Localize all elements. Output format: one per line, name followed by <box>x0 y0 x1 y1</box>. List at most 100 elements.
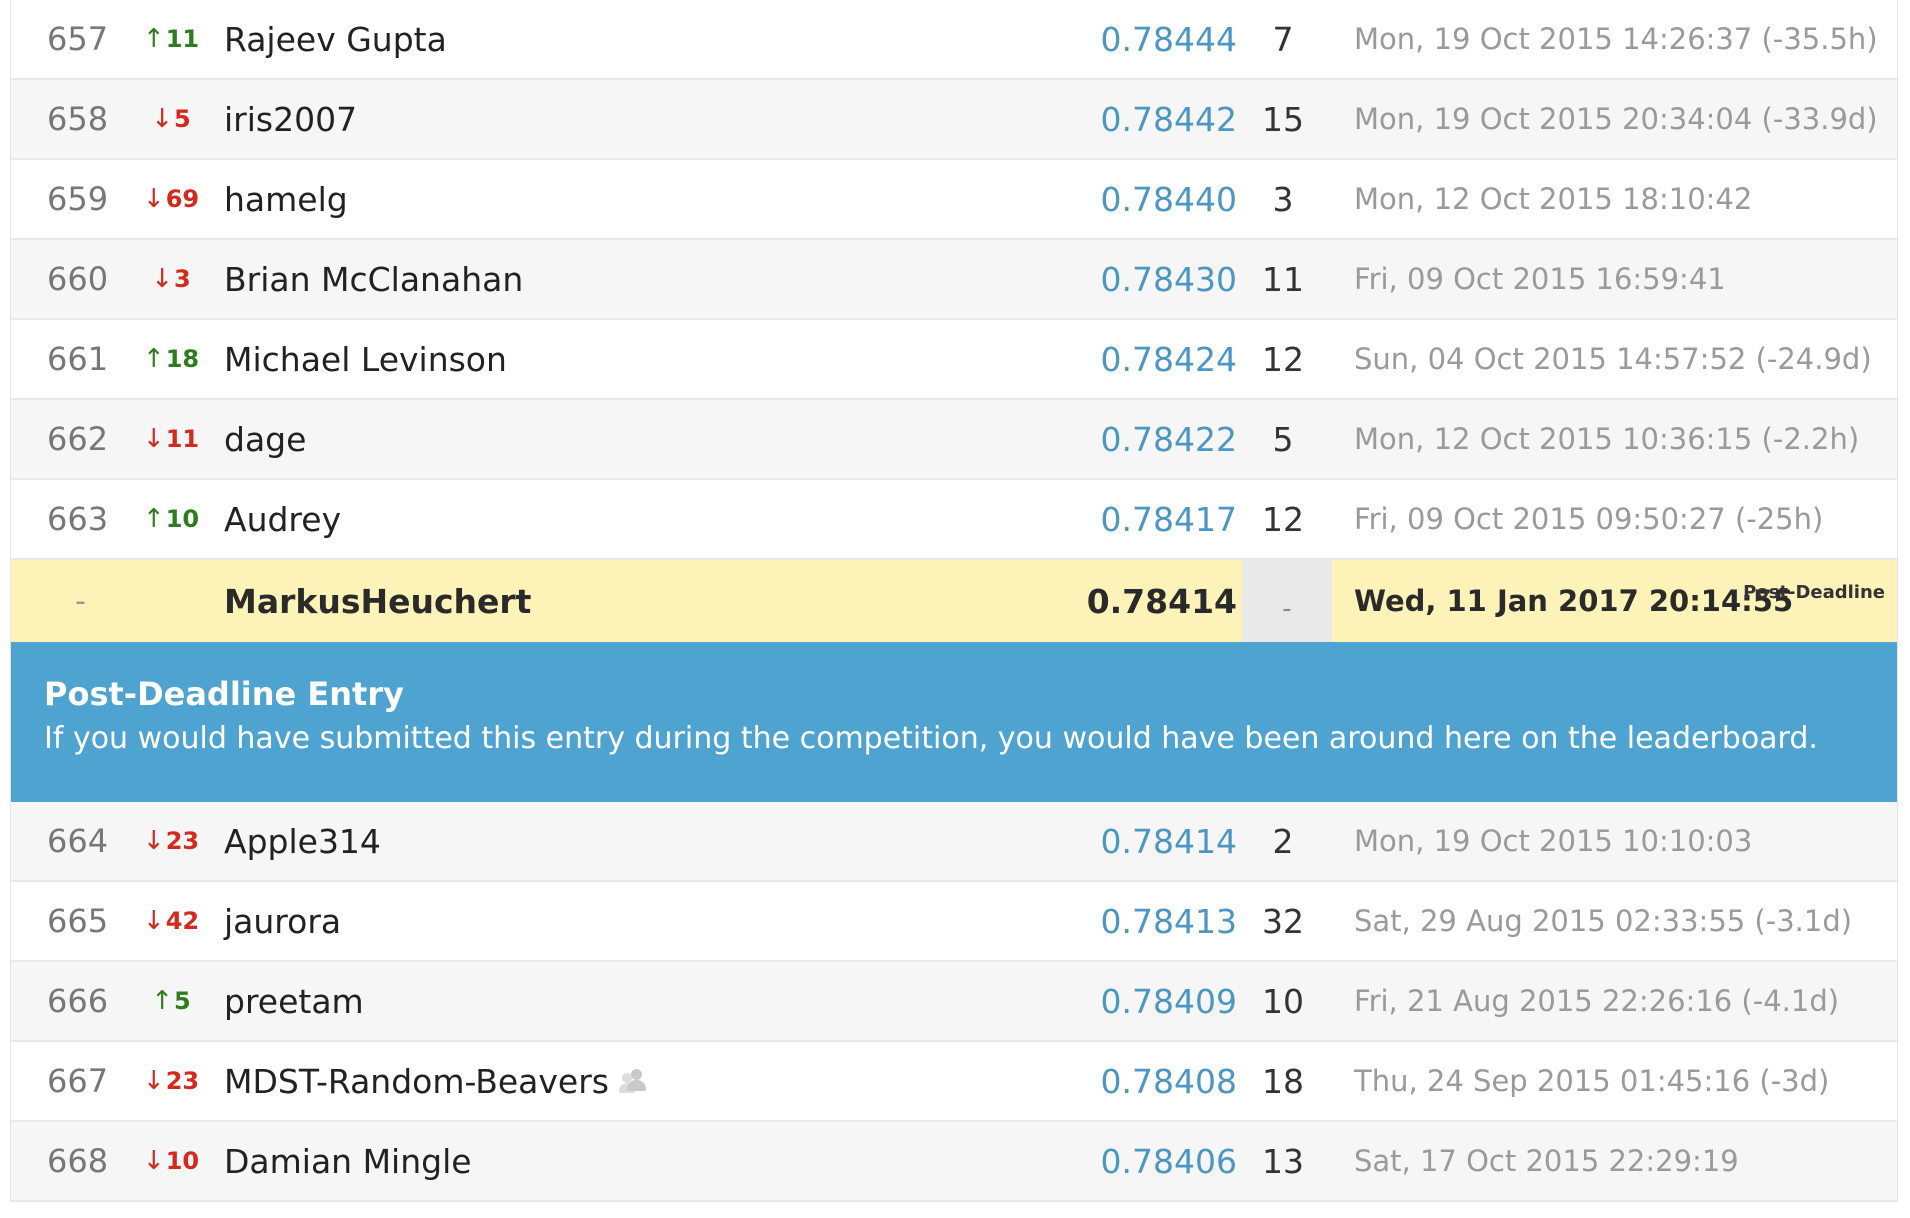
rank-change-value: 11 <box>165 25 200 53</box>
submission-time: Thu, 24 Sep 2015 01:45:16 (-3d) <box>1354 1064 1830 1098</box>
team-name[interactable]: preetam <box>224 982 364 1021</box>
team-name-cell: jaurora <box>224 882 341 960</box>
post-deadline-tag: Post-Deadline <box>1743 582 1885 603</box>
arrow-down-icon: ↓ <box>151 264 174 294</box>
rank-change: ↓ 23 <box>141 1042 201 1120</box>
leaderboard-row: 658 ↓ 5 iris2007 0.78442 15 Mon, 19 Oct 2015 2… <box>11 80 1897 160</box>
team-name[interactable]: Apple314 <box>224 822 381 861</box>
team-name-cell: Damian Mingle <box>224 1122 472 1200</box>
submission-time: Wed, 11 Jan 2017 20:14:55 <box>1354 584 1794 618</box>
submission-time: Sat, 17 Oct 2015 22:29:19 <box>1354 1144 1739 1178</box>
rank-change: ↑ 10 <box>141 480 201 558</box>
rank-cell: 662 <box>47 420 109 458</box>
submission-time: Fri, 21 Aug 2015 22:26:16 (-4.1d) <box>1354 984 1840 1018</box>
leaderboard: 657 ↑ 11 Rajeev Gupta 0.78444 7 Mon, 19 Oct 20… <box>10 0 1898 1202</box>
score-cell: 0.78424 <box>1100 339 1237 379</box>
entries-cell: 32 <box>1262 901 1304 941</box>
submission-time: Mon, 19 Oct 2015 10:10:03 <box>1354 824 1753 858</box>
leaderboard-row: 660 ↓ 3 Brian McClanahan 0.78430 11 Fri, 09 Oc… <box>11 240 1897 320</box>
rank-cell: 658 <box>47 100 109 138</box>
rank-change: ↓ 10 <box>141 1122 201 1200</box>
entries-cell: 12 <box>1262 339 1304 379</box>
rank-change: ↓ 11 <box>141 400 201 478</box>
rank-change-value: 23 <box>165 1067 200 1095</box>
team-name[interactable]: Rajeev Gupta <box>224 20 447 59</box>
leaderboard-rows-after: 664 ↓ 23 Apple314 0.78414 2 Mon, 19 Oct 2015 1… <box>11 802 1897 1202</box>
entries-cell: 5 <box>1272 419 1294 459</box>
team-name[interactable]: MarkusHeuchert <box>224 560 531 642</box>
rank-cell: 663 <box>47 500 109 538</box>
leaderboard-row: 657 ↑ 11 Rajeev Gupta 0.78444 7 Mon, 19 Oct 20… <box>11 0 1897 80</box>
post-deadline-row: - MarkusHeuchert 0.78414 - Wed, 11 Jan 2… <box>11 560 1897 642</box>
leaderboard-rows-before: 657 ↑ 11 Rajeev Gupta 0.78444 7 Mon, 19 Oct 20… <box>11 0 1897 560</box>
entries-cell: 2 <box>1272 821 1294 861</box>
rank-change-value: 10 <box>165 505 200 533</box>
team-name-cell: dage <box>224 400 306 478</box>
rank-cell: 660 <box>47 260 109 298</box>
entries-cell: 10 <box>1262 981 1304 1021</box>
team-name[interactable]: dage <box>224 420 306 459</box>
rank-change: ↓ 3 <box>141 240 201 318</box>
rank-cell: 664 <box>47 822 109 860</box>
team-name[interactable]: MDST-Random-Beavers <box>224 1062 609 1101</box>
team-icon <box>618 1067 647 1095</box>
team-name-cell: preetam <box>224 962 364 1040</box>
arrow-down-icon: ↓ <box>142 826 165 856</box>
score-cell: 0.78422 <box>1100 419 1237 459</box>
team-name[interactable]: Audrey <box>224 500 341 539</box>
team-name[interactable]: hamelg <box>224 180 348 219</box>
rank-cell: 661 <box>47 340 109 378</box>
rank-change-value: 10 <box>165 1147 200 1175</box>
post-deadline-banner: Post-Deadline Entry If you would have su… <box>11 642 1897 802</box>
score-cell: 0.78430 <box>1100 259 1237 299</box>
entries-cell: 12 <box>1262 499 1304 539</box>
leaderboard-row: 661 ↑ 18 Michael Levinson 0.78424 12 Sun, 04 O… <box>11 320 1897 400</box>
team-name-cell: iris2007 <box>224 80 357 158</box>
rank-change-value: 3 <box>174 265 191 293</box>
rank-cell: 666 <box>47 982 109 1020</box>
submission-time: Mon, 12 Oct 2015 10:36:15 (-2.2h) <box>1354 422 1860 456</box>
rank-change: ↓ 42 <box>141 882 201 960</box>
arrow-up-icon: ↑ <box>142 504 165 534</box>
score-cell: 0.78440 <box>1100 179 1237 219</box>
submission-time: Fri, 09 Oct 2015 09:50:27 (-25h) <box>1354 502 1824 536</box>
submission-time: Mon, 19 Oct 2015 20:34:04 (-33.9d) <box>1354 102 1878 136</box>
rank-cell: - <box>75 583 86 619</box>
rank-change: ↑ 11 <box>141 0 201 78</box>
team-name[interactable]: Damian Mingle <box>224 1142 472 1181</box>
entries-cell: 18 <box>1262 1061 1304 1101</box>
rank-cell: 659 <box>47 180 109 218</box>
entries-cell: 15 <box>1262 99 1304 139</box>
arrow-up-icon: ↑ <box>142 24 165 54</box>
leaderboard-row: 666 ↑ 5 preetam 0.78409 10 Fri, 21 Aug 2015 22… <box>11 962 1897 1042</box>
team-name-cell: hamelg <box>224 160 348 238</box>
arrow-up-icon: ↑ <box>142 344 165 374</box>
arrow-down-icon: ↓ <box>142 184 165 214</box>
banner-text: If you would have submitted this entry d… <box>44 721 1818 756</box>
entries-cell: - <box>1242 560 1332 642</box>
arrow-down-icon: ↓ <box>142 1146 165 1176</box>
team-name-cell: Michael Levinson <box>224 320 507 398</box>
submission-time: Sun, 04 Oct 2015 14:57:52 (-24.9d) <box>1354 342 1872 376</box>
rank-change: ↓ 5 <box>141 80 201 158</box>
score-cell: 0.78417 <box>1100 499 1237 539</box>
banner-title: Post-Deadline Entry <box>44 675 404 713</box>
team-name[interactable]: Michael Levinson <box>224 340 507 379</box>
team-name-cell: Apple314 <box>224 802 381 880</box>
team-name-cell: Audrey <box>224 480 341 558</box>
team-name[interactable]: iris2007 <box>224 100 357 139</box>
rank-change-value: 5 <box>174 987 191 1015</box>
leaderboard-row: 665 ↓ 42 jaurora 0.78413 32 Sat, 29 Aug 2015 0… <box>11 882 1897 962</box>
rank-cell: 657 <box>47 20 109 58</box>
rank-change-value: 5 <box>174 105 191 133</box>
rank-change-value: 69 <box>165 185 200 213</box>
arrow-up-icon: ↑ <box>151 986 174 1016</box>
entries-cell: 11 <box>1262 259 1304 299</box>
team-name[interactable]: Brian McClanahan <box>224 260 523 299</box>
entries-cell: 3 <box>1272 179 1294 219</box>
leaderboard-row: 662 ↓ 11 dage 0.78422 5 Mon, 12 Oct 2015 10:36… <box>11 400 1897 480</box>
team-name[interactable]: jaurora <box>224 902 341 941</box>
score-cell: 0.78409 <box>1100 981 1237 1021</box>
rank-change-value: 18 <box>165 345 200 373</box>
arrow-down-icon: ↓ <box>142 424 165 454</box>
